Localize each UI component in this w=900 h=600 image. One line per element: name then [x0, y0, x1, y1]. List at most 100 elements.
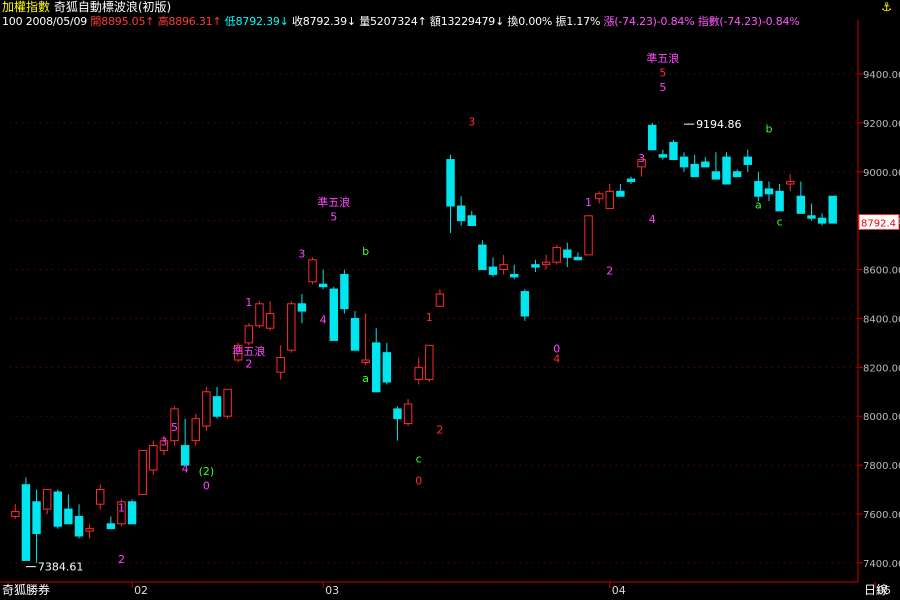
- candle-body: [552, 247, 561, 263]
- candle-body: [21, 484, 31, 561]
- candle-body: [393, 408, 402, 420]
- candle-body: [648, 124, 657, 151]
- index-title: 加權指數: [2, 0, 51, 14]
- wave-label: 1: [426, 311, 433, 324]
- candle-body: [510, 273, 519, 278]
- candle-body: [711, 171, 721, 180]
- wave-label: 3: [638, 152, 645, 165]
- candle-body: [32, 501, 41, 535]
- candle-body: [499, 264, 508, 271]
- candle-body: [212, 396, 222, 417]
- candle-body: [722, 156, 731, 185]
- y-tick-label: 7800.00: [863, 461, 900, 472]
- x-tick-label: 04: [612, 584, 626, 597]
- candle-body: [265, 313, 275, 329]
- candle-body: [244, 325, 254, 344]
- candle-body: [308, 259, 317, 283]
- y-tick-label: 8200.00: [863, 363, 900, 374]
- brand-label: 奇狐勝券: [2, 583, 51, 597]
- quote-field: 換0.00%: [507, 15, 556, 28]
- wave-label: 3: [160, 436, 167, 449]
- candle-body: [796, 195, 806, 214]
- candle-body: [42, 489, 52, 510]
- chart-header: 加權指數 奇狐自動標波浪(初版): [2, 0, 171, 14]
- candlestick-chart: 7400.00 7600.00 7800.00 8000.00 8200.00 8400.…: [0, 20, 900, 597]
- candle-body: [743, 156, 752, 165]
- candle-body: [754, 181, 763, 197]
- candle-body: [584, 215, 593, 256]
- quote-field: 振1.17%: [555, 15, 604, 28]
- candle-body: [828, 195, 837, 224]
- candle-body: [616, 190, 625, 197]
- candle-body: [541, 261, 551, 266]
- wave-label: 1: [118, 502, 125, 515]
- quote-field: 開8895.05↑: [90, 15, 158, 28]
- wave-label: c: [777, 216, 783, 229]
- candle-body: [456, 205, 466, 222]
- annotation-label: 7384.61: [38, 561, 84, 574]
- wave-label: 準五浪: [646, 51, 679, 65]
- quote-field: 指數(-74.23)-0.84%: [697, 15, 800, 28]
- pushpin-icon[interactable]: ⚓: [881, 0, 892, 14]
- candle-body: [403, 403, 413, 425]
- wave-label: 3: [298, 247, 305, 260]
- candle-body: [127, 501, 137, 525]
- candle-body: [467, 215, 476, 227]
- candle-body: [775, 190, 784, 212]
- wave-label: 1: [245, 296, 252, 309]
- quote-field: 量5207324↑: [359, 15, 430, 28]
- y-tick-label: 8000.00: [863, 412, 900, 423]
- candle-body: [382, 352, 392, 383]
- candle-body: [202, 391, 211, 427]
- candle-body: [626, 178, 636, 183]
- y-tick-label: 8600.00: [863, 266, 900, 277]
- y-tick-label: 9400.00: [863, 70, 900, 81]
- y-tick-label: 9200.00: [863, 119, 900, 130]
- wave-label: 3: [468, 115, 475, 128]
- last-price-label: 8792.4: [861, 219, 896, 230]
- candle-body: [669, 141, 678, 161]
- annotation-label: 9194.86: [696, 118, 742, 131]
- wave-label: 5: [659, 81, 666, 94]
- candle-body: [658, 154, 668, 158]
- candle-body: [435, 293, 445, 307]
- wave-label: 4: [182, 462, 189, 475]
- candle-body: [764, 188, 774, 195]
- wave-label: 4: [649, 213, 656, 226]
- candle-body: [297, 303, 307, 312]
- candle-body: [85, 528, 94, 532]
- candle-body: [350, 317, 360, 351]
- candle-body: [732, 171, 742, 178]
- candle-body: [138, 449, 147, 495]
- candle-body: [478, 244, 487, 271]
- wave-label: 0: [415, 475, 422, 488]
- candle-body: [573, 256, 583, 261]
- candle-body: [425, 344, 434, 381]
- wave-label: 2: [118, 553, 125, 566]
- candle-body: [446, 159, 455, 207]
- candle-body: [786, 181, 795, 185]
- quote-field: 漲(-74.23)-0.84%: [603, 15, 698, 28]
- candle-body: [74, 515, 84, 537]
- quote-row: 100 2008/05/09 開8895.05↑ 高8896.31↑ 低8792…: [2, 15, 800, 28]
- y-tick-label: 7600.00: [863, 510, 900, 521]
- wave-label: (2): [199, 465, 215, 478]
- quote-field: 100 2008/05/09: [2, 15, 91, 28]
- quote-field: 高8896.31↑: [157, 15, 225, 28]
- candle-body: [11, 511, 20, 517]
- quote-field: 額13229479↓: [429, 15, 508, 28]
- candle-body: [361, 359, 370, 363]
- candle-body: [563, 249, 572, 258]
- candle-body: [276, 357, 285, 373]
- wave-label: 2: [245, 357, 252, 370]
- y-tick-label: 9000.00: [863, 168, 900, 179]
- candle-body: [318, 283, 328, 288]
- wave-label: b: [362, 245, 369, 258]
- candle-body: [149, 445, 158, 471]
- candle-body: [96, 489, 105, 505]
- wave-label: a: [362, 372, 369, 385]
- indicator-subtitle: 奇狐自動標波浪(初版): [53, 0, 172, 14]
- wave-label: 1: [585, 196, 592, 209]
- period-label[interactable]: 日線: [864, 581, 888, 598]
- x-tick-label: 02: [134, 584, 148, 597]
